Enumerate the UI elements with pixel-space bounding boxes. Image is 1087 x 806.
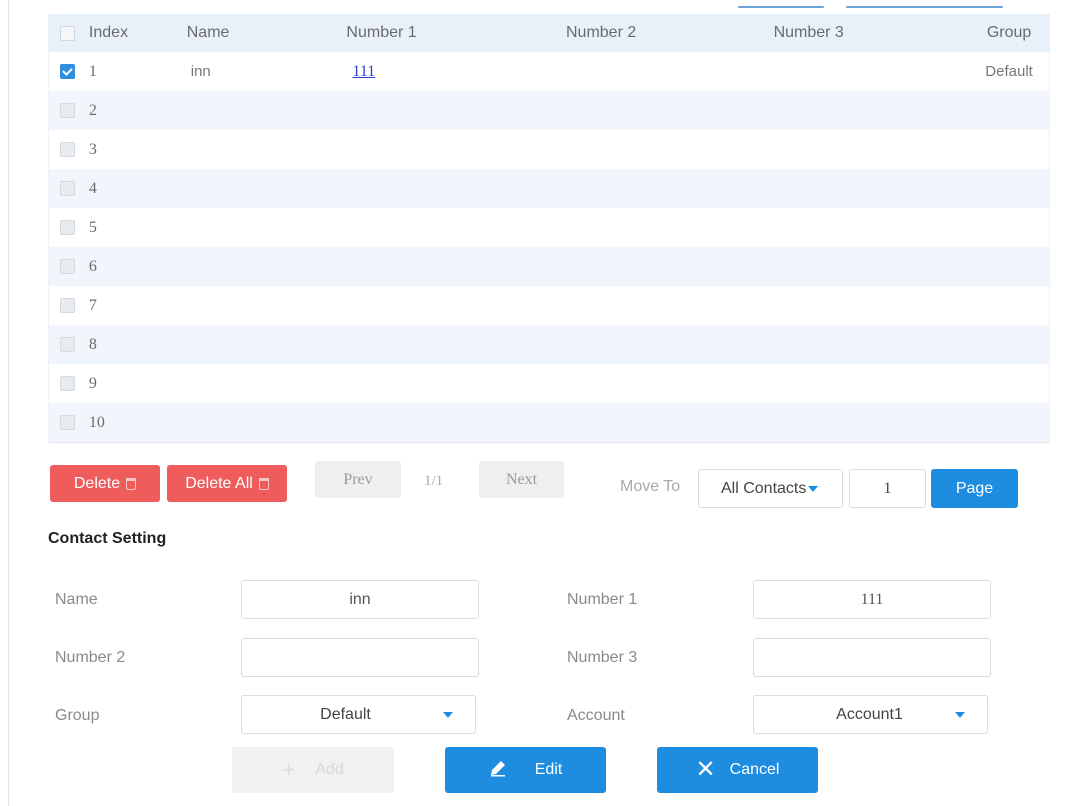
row-checkbox[interactable] (60, 220, 76, 235)
page-number-input[interactable]: 1 (849, 469, 926, 508)
caret-down-icon (955, 712, 965, 718)
row-name: inn (190, 63, 211, 80)
add-button[interactable]: + Add (232, 747, 394, 793)
header-index[interactable]: Index (87, 24, 179, 42)
row-group: Default (985, 63, 1033, 80)
table-row[interactable]: 6 (49, 247, 1049, 286)
table-row[interactable]: 3 (49, 130, 1049, 169)
row-checkbox[interactable] (60, 337, 76, 352)
page-info: 1/1 (424, 473, 444, 489)
number3-field[interactable] (753, 638, 991, 677)
header-name[interactable]: Name (179, 24, 341, 42)
row-index: 3 (88, 140, 97, 158)
cancel-button-label: Cancel (729, 761, 780, 778)
delete-button[interactable]: Delete (50, 465, 160, 502)
table-row[interactable]: 5 (49, 208, 1049, 247)
row-checkbox[interactable] (60, 142, 76, 157)
number3-label: Number 3 (567, 649, 638, 666)
name-field[interactable]: inn (241, 580, 479, 619)
row-index: 7 (88, 296, 97, 314)
edit-button-label: Edit (534, 761, 563, 778)
name-label: Name (55, 591, 98, 608)
row-index: 9 (88, 374, 97, 392)
top-tab-indicator (738, 6, 824, 8)
row-index: 5 (88, 218, 97, 236)
trash-icon (258, 477, 269, 490)
select-all-cell (49, 25, 87, 41)
table-row[interactable]: 8 (49, 325, 1049, 364)
edit-button[interactable]: Edit (445, 747, 606, 793)
contacts-table: Index Name Number 1 Number 2 Number 3 Gr… (48, 14, 1050, 443)
group-label: Group (55, 707, 100, 724)
close-icon: ✕ (695, 756, 716, 783)
group-select-value: Default (320, 705, 371, 723)
row-index: 4 (88, 179, 97, 197)
trash-icon (126, 477, 137, 490)
row-checkbox[interactable] (60, 103, 76, 118)
row-checkbox[interactable] (60, 376, 76, 391)
table-row[interactable]: 9 (49, 364, 1049, 403)
delete-all-button-label: Delete All (185, 474, 253, 492)
number2-field[interactable] (241, 638, 479, 677)
table-header-row: Index Name Number 1 Number 2 Number 3 Gr… (49, 14, 1049, 52)
table-row[interactable]: 4 (49, 169, 1049, 208)
row-index: 8 (88, 335, 97, 353)
delete-all-button[interactable]: Delete All (167, 465, 287, 502)
move-to-value: All Contacts (721, 479, 807, 497)
cancel-button[interactable]: ✕ Cancel (657, 747, 818, 793)
number1-label: Number 1 (567, 591, 638, 608)
prev-button[interactable]: Prev (315, 461, 401, 498)
delete-button-label: Delete (73, 474, 121, 492)
account-select[interactable]: Account1 (753, 695, 988, 734)
row-checkbox[interactable] (60, 259, 76, 274)
header-number3[interactable]: Number 3 (760, 24, 970, 42)
table-row[interactable]: 10 (49, 403, 1049, 442)
account-label: Account (567, 707, 625, 724)
caret-down-icon (443, 712, 453, 718)
page-button[interactable]: Page (931, 469, 1018, 508)
pencil-icon (489, 759, 507, 782)
table-row[interactable]: 7 (49, 286, 1049, 325)
page-edge (8, 0, 9, 806)
plus-icon: + (282, 757, 296, 782)
move-to-select[interactable]: All Contacts (698, 469, 843, 508)
row-number1-link[interactable]: 111 (352, 63, 375, 80)
top-tab-indicator (846, 6, 1003, 8)
table-row[interactable]: 1 inn 111 Default (49, 52, 1049, 91)
header-group[interactable]: Group (969, 24, 1049, 42)
move-to-label: Move To (620, 478, 681, 495)
header-number1[interactable]: Number 1 (340, 24, 550, 42)
caret-down-icon (808, 485, 819, 492)
table-row[interactable]: 2 (49, 91, 1049, 130)
select-all-checkbox[interactable] (60, 25, 76, 41)
row-checkbox[interactable] (60, 415, 76, 430)
next-button[interactable]: Next (479, 461, 564, 498)
number2-label: Number 2 (55, 649, 126, 666)
number1-field[interactable]: 111 (753, 580, 991, 619)
row-index: 2 (88, 101, 97, 119)
row-index: 1 (88, 62, 97, 80)
row-checkbox[interactable] (60, 181, 76, 196)
row-checkbox[interactable] (60, 298, 76, 313)
add-button-label: Add (315, 761, 344, 778)
row-index: 10 (88, 413, 105, 431)
account-select-value: Account1 (836, 705, 903, 723)
group-select[interactable]: Default (241, 695, 476, 734)
row-index: 6 (88, 257, 97, 275)
row-checkbox[interactable] (60, 64, 76, 79)
section-title: Contact Setting (48, 530, 167, 547)
header-number2[interactable]: Number 2 (550, 24, 760, 42)
